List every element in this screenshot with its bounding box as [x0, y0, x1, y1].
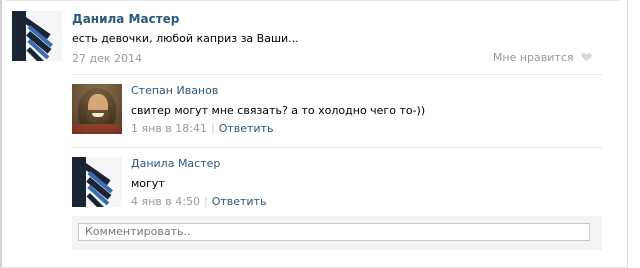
heart-icon: [581, 52, 592, 62]
reply-button[interactable]: Ответить: [219, 122, 274, 135]
comment-meta: 1 янв в 18:41 | Ответить: [131, 122, 273, 135]
reply-button[interactable]: Ответить: [212, 195, 267, 208]
meta-separator: |: [203, 195, 208, 208]
comment-author-avatar[interactable]: [72, 84, 122, 134]
like-button[interactable]: Мне нравится: [493, 51, 592, 64]
comment-text: могут: [131, 177, 165, 190]
comment-date[interactable]: 1 янв в 18:41: [131, 122, 207, 135]
post-author-name[interactable]: Данила Мастер: [72, 12, 179, 26]
post-date[interactable]: 27 дек 2014: [72, 52, 142, 65]
comment-meta: 4 янв в 4:50 | Ответить: [131, 195, 266, 208]
comment-author-avatar[interactable]: [72, 157, 122, 207]
comment-input[interactable]: Комментировать..: [78, 223, 590, 241]
comment-date[interactable]: 4 янв в 4:50: [131, 195, 200, 208]
post-text: есть девочки, любой каприз за Ваши...: [72, 32, 299, 45]
like-label: Мне нравится: [492, 51, 574, 64]
wall-post: Данила Мастер есть девочки, любой каприз…: [0, 0, 628, 268]
comment-divider: [72, 74, 602, 75]
comment-form: Комментировать..: [72, 216, 602, 250]
meta-separator: |: [210, 122, 215, 135]
comment-text: свитер могут мне связать? а то холодно ч…: [131, 104, 426, 117]
comment-author-name[interactable]: Данила Мастер: [131, 157, 220, 170]
comment-author-name[interactable]: Степан Иванов: [131, 84, 218, 97]
post-author-avatar[interactable]: [12, 11, 62, 61]
comment-divider: [72, 147, 602, 148]
